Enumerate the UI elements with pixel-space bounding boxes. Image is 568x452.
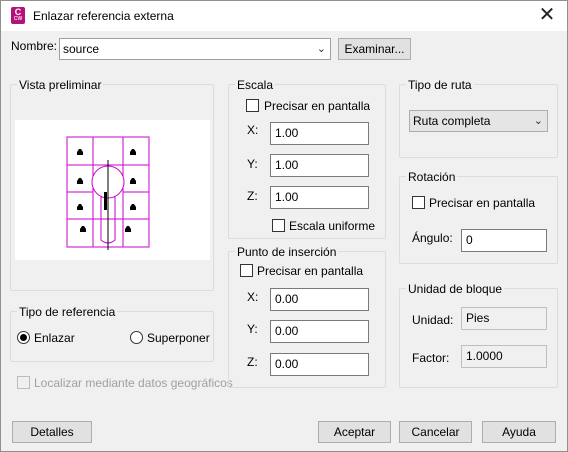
unit-label: Unidad:	[412, 313, 454, 327]
overlay-label[interactable]: Superponer	[147, 331, 210, 345]
help-button[interactable]: Ayuda	[482, 421, 556, 443]
insertion-title: Punto de inserción	[235, 245, 339, 259]
scale-x-input[interactable]: 1.00	[270, 122, 369, 145]
factor-label: Factor:	[412, 351, 450, 365]
chevron-down-icon: ⌄	[316, 43, 326, 55]
insert-onscreen-checkbox[interactable]	[240, 264, 253, 277]
name-combo-value: source	[63, 42, 100, 56]
angle-input[interactable]: 0	[461, 229, 547, 252]
block-unit-title: Unidad de bloque	[406, 282, 505, 296]
preview-group-title: Vista preliminar	[17, 78, 104, 92]
ok-button[interactable]: Aceptar	[318, 421, 391, 443]
insert-y-input[interactable]: 0.00	[270, 320, 369, 343]
geo-label: Localizar mediante datos geográficos	[34, 376, 233, 390]
close-icon[interactable]: ✕	[527, 1, 567, 31]
insert-z-input[interactable]: 0.00	[270, 353, 369, 376]
overlay-radio[interactable]	[130, 331, 143, 344]
reference-type-title: Tipo de referencia	[17, 305, 118, 319]
unit-field: Pies	[461, 307, 547, 330]
name-combo[interactable]: source ⌄	[59, 38, 331, 60]
scale-z-input[interactable]: 1.00	[270, 186, 369, 209]
scale-z-label: Z:	[247, 189, 258, 203]
scale-onscreen-label[interactable]: Precisar en pantalla	[264, 99, 370, 113]
window-title: Enlazar referencia externa	[33, 9, 174, 23]
app-icon: C CW	[11, 7, 25, 24]
scale-title: Escala	[235, 78, 276, 92]
chevron-down-icon: ⌄	[533, 115, 543, 127]
geo-checkbox[interactable]	[17, 376, 30, 389]
insert-z-label: Z:	[247, 355, 258, 369]
scale-y-input[interactable]: 1.00	[270, 154, 369, 177]
name-label: Nombre:	[11, 39, 58, 53]
path-type-title: Tipo de ruta	[406, 78, 474, 92]
insert-x-input[interactable]: 0.00	[270, 288, 369, 311]
cancel-button[interactable]: Cancelar	[399, 421, 472, 443]
path-type-select[interactable]: Ruta completa ⌄	[409, 110, 548, 132]
uniform-scale-label[interactable]: Escala uniforme	[289, 219, 375, 233]
browse-button[interactable]: Examinar...	[338, 38, 411, 60]
details-button[interactable]: Detalles	[12, 421, 92, 443]
path-type-value: Ruta completa	[413, 114, 491, 128]
insert-y-label: Y:	[247, 322, 258, 336]
scale-x-label: X:	[247, 123, 259, 137]
xref-dialog: C CW Enlazar referencia externa ✕ Nombre:…	[0, 0, 568, 452]
insert-onscreen-label[interactable]: Precisar en pantalla	[257, 264, 363, 278]
rotation-title: Rotación	[406, 170, 458, 184]
rotation-onscreen-checkbox[interactable]	[412, 196, 425, 209]
preview-image	[15, 120, 210, 260]
insert-x-label: X:	[247, 290, 259, 304]
attach-radio[interactable]	[17, 331, 30, 344]
angle-label: Ángulo:	[412, 231, 453, 245]
scale-y-label: Y:	[247, 157, 258, 171]
preview-drawing	[66, 136, 150, 250]
title-bar: C CW Enlazar referencia externa ✕	[1, 1, 567, 31]
factor-field: 1.0000	[461, 345, 547, 368]
rotation-onscreen-label[interactable]: Precisar en pantalla	[429, 196, 535, 210]
attach-label[interactable]: Enlazar	[34, 331, 75, 345]
scale-onscreen-checkbox[interactable]	[246, 99, 259, 112]
uniform-scale-checkbox[interactable]	[272, 219, 285, 232]
block-unit-group: Unidad de bloque	[399, 282, 558, 388]
